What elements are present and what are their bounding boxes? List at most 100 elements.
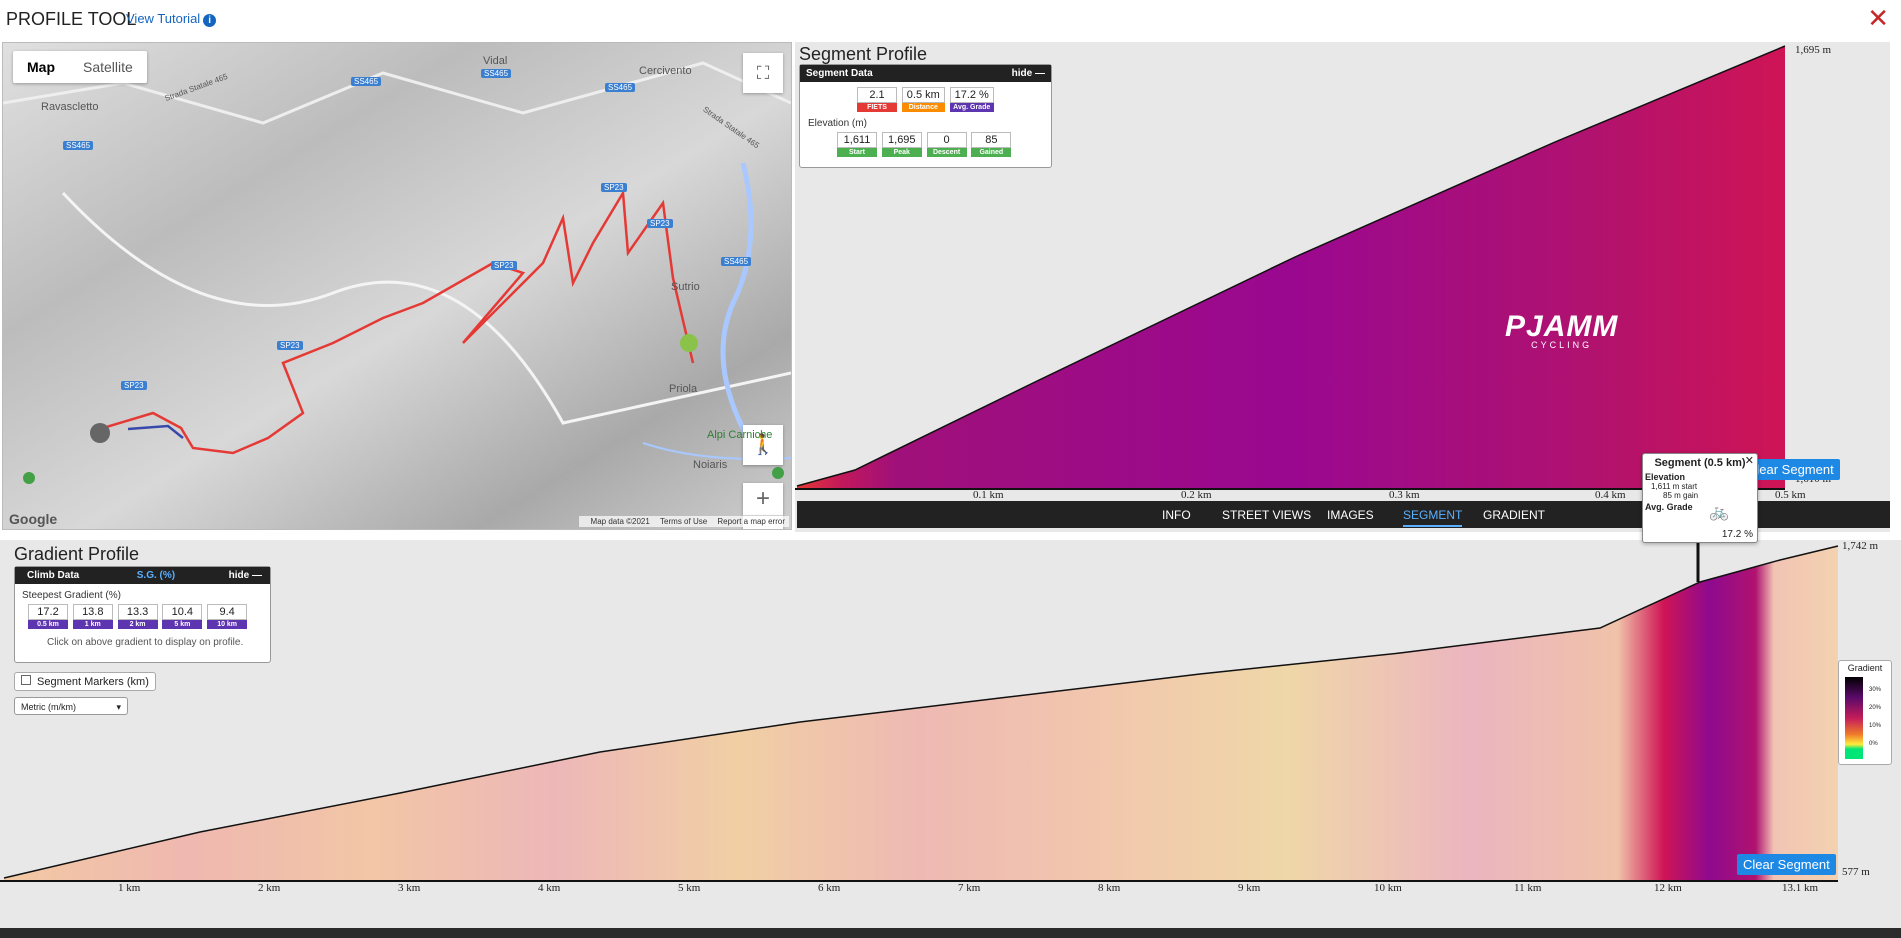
elev-peak: 1,695 Peak [881, 132, 922, 157]
elev-value: 1,695 [881, 132, 922, 148]
hide-button[interactable]: hide — [1012, 68, 1045, 79]
legend-tick: 30% [1869, 687, 1882, 693]
units-value: Metric (m/km) [21, 702, 76, 712]
stat-distance: 0.5 km Distance [901, 87, 945, 112]
stat-tag: Distance [901, 103, 945, 112]
elev-tag: Start [837, 148, 877, 157]
tab-climb-data[interactable]: Climb Data [15, 567, 91, 584]
gradient-x-tick: 10 km [1374, 882, 1402, 894]
report-error-link[interactable]: Report a map error [717, 517, 785, 526]
gradient-legend: Gradient 30% 20% 10% 0% [1838, 660, 1892, 765]
gradient-hint: Click on above gradient to display on pr… [47, 637, 244, 648]
legend-ticks: 30% 20% 10% 0% [1869, 681, 1881, 753]
logo-text: PJAMM [1505, 310, 1619, 343]
hide-label: hide [1011, 68, 1033, 79]
stat-value: 2.1 [857, 87, 897, 103]
gradient-x-tick: 13.1 km [1782, 882, 1819, 894]
place-label: Noiaris [693, 459, 728, 471]
tab-gradient[interactable]: GRADIENT [1483, 508, 1545, 522]
sg-value: 13.3 [117, 604, 158, 620]
gradient-x-tick: 4 km [538, 882, 561, 894]
popup-gain: 85 m gain [1663, 491, 1699, 500]
road-shield: SP23 [277, 341, 303, 350]
popup-elevation-label: Elevation [1645, 472, 1686, 482]
gradient-y-min: 577 m [1842, 866, 1870, 878]
fullscreen-icon[interactable]: ⛶ [743, 53, 783, 93]
steepest-gradient-row[interactable]: 17.2 0.5 km 13.8 1 km 13.3 2 km 10.4 5 km 9.… [15, 601, 270, 629]
gradient-x-tick: 11 km [1514, 882, 1542, 894]
zoom-in-button[interactable]: + [743, 483, 783, 516]
road-shield: SP23 [121, 381, 147, 390]
chevron-down-icon: ▾ [116, 702, 121, 712]
sg-cell[interactable]: 17.2 0.5 km [28, 604, 68, 629]
legend-colorbar [1845, 677, 1863, 759]
gradient-x-tick: 6 km [818, 882, 841, 894]
segment-y-max: 1,695 m [1795, 44, 1832, 56]
popup-close-icon[interactable]: ✕ [1745, 454, 1754, 467]
segment-markers-toggle[interactable]: Segment Markers (km) [14, 672, 156, 691]
info-icon: i [203, 14, 217, 27]
elev-tag: Descent [926, 148, 967, 157]
sg-tag: 10 km [207, 620, 248, 629]
sg-value: 10.4 [162, 604, 203, 620]
map-type-satellite[interactable]: Satellite [69, 51, 147, 83]
gradient-x-tick: 12 km [1654, 882, 1682, 894]
tab-info[interactable]: INFO [1162, 508, 1191, 522]
segment-x-tick: 0.5 km [1775, 489, 1806, 501]
gradient-chart[interactable] [0, 540, 1901, 928]
sg-cell[interactable]: 13.8 1 km [72, 604, 113, 629]
elev-value: 85 [971, 132, 1012, 148]
popup-start: 1,611 m start [1651, 482, 1698, 491]
map-footer: Map data ©2021 Terms of Use Report a map… [578, 516, 789, 527]
elev-tag: Gained [971, 148, 1012, 157]
stat-tag: FIETS [857, 103, 897, 112]
popup-title: Segment (0.5 km) [1654, 457, 1746, 469]
stat-tag: Avg. Grade [949, 103, 994, 112]
header-bar: PROFILE TOOL View Tutorial i ✕ [0, 0, 1901, 38]
gradient-profile-panel: Gradient Profile 1,742 m 577 m 1 km 2 km… [0, 540, 1901, 928]
road-shield: SP23 [491, 261, 517, 270]
steepest-gradient-label: Steepest Gradient (%) [22, 590, 121, 601]
stat-fiets: 2.1 FIETS [857, 87, 897, 112]
tab-segment[interactable]: SEGMENT [1403, 508, 1463, 527]
checkbox-icon[interactable] [21, 675, 31, 685]
road-shield: SS465 [481, 69, 512, 78]
route-map[interactable]: Map Satellite ⛶ 🚶 + − Vidal Cercivento R… [2, 42, 792, 530]
app-title: PROFILE TOOL [6, 9, 137, 29]
segment-data-box: Segment Data hide — 2.1 FIETS 0.5 km Distan… [799, 64, 1052, 168]
map-data-label: Map data ©2021 [590, 517, 650, 526]
tab-street-views[interactable]: STREET VIEWS [1222, 508, 1311, 522]
pjamm-logo: PJAMM CYCLING [1505, 310, 1618, 350]
google-logo: Google [9, 511, 58, 527]
segment-x-tick: 0.1 km [973, 489, 1004, 501]
close-icon[interactable]: ✕ [1867, 4, 1889, 32]
map-type-map[interactable]: Map [13, 51, 69, 83]
road-shield: SS465 [351, 77, 382, 86]
sg-cell[interactable]: 13.3 2 km [117, 604, 158, 629]
tab-sg[interactable]: S.G. (%) [117, 567, 195, 584]
place-label: Alpi Carniche [707, 429, 773, 441]
sg-cell[interactable]: 10.4 5 km [162, 604, 203, 629]
hide-button-gradient[interactable]: hide — [221, 567, 270, 584]
popup-avg-label: Avg. Grade [1645, 502, 1693, 512]
gradient-x-tick: 5 km [678, 882, 701, 894]
place-label: Sutrio [671, 281, 700, 293]
climb-data-box: Climb Data S.G. (%) hide — Steepest Gradie… [14, 566, 271, 663]
segment-x-tick: 0.2 km [1181, 489, 1212, 501]
sg-tag: 2 km [117, 620, 158, 629]
sg-cell[interactable]: 9.4 10 km [207, 604, 248, 629]
clear-segment-button-bottom[interactable]: Clear Segment [1737, 854, 1836, 875]
elevation-label: Elevation (m) [808, 118, 867, 129]
place-label: Cercivento [639, 65, 692, 77]
elev-value: 1,611 [837, 132, 877, 148]
terms-link[interactable]: Terms of Use [660, 517, 707, 526]
sg-tag: 5 km [162, 620, 203, 629]
segment-stats-row: 2.1 FIETS 0.5 km Distance 17.2 % Avg. Grade [800, 82, 1051, 112]
sg-tag: 0.5 km [28, 620, 68, 629]
segment-data-title: Segment Data [806, 68, 873, 79]
elev-descent: 0 Descent [926, 132, 967, 157]
view-tutorial-link[interactable]: View Tutorial i [126, 11, 217, 27]
stat-value: 0.5 km [901, 87, 945, 103]
units-select[interactable]: Metric (m/km) ▾ [14, 697, 128, 715]
tab-images[interactable]: IMAGES [1327, 508, 1374, 522]
